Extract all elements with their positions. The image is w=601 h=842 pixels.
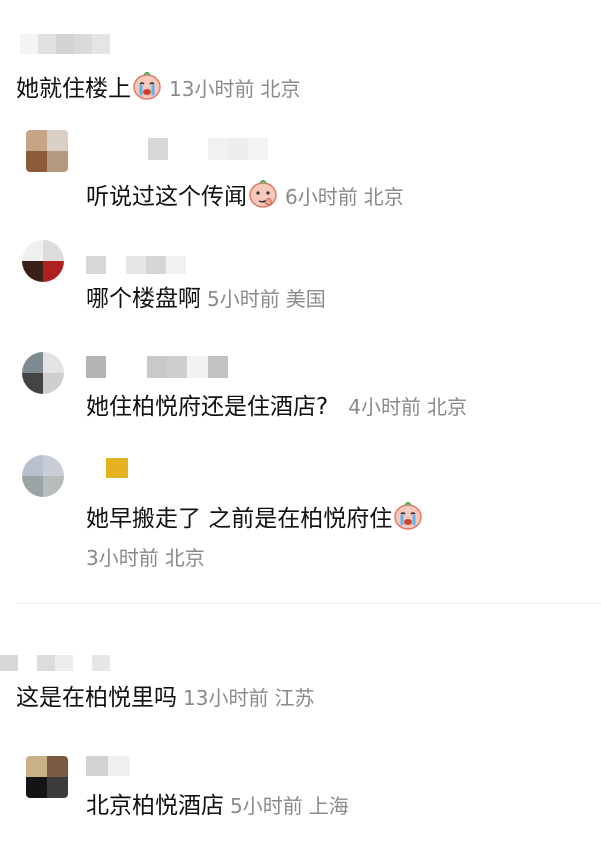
reply-2-location: 美国: [285, 287, 326, 311]
reply-2-avatar[interactable]: [22, 240, 64, 282]
reply-4-row: 她早搬走了 之前是在柏悦府住: [86, 499, 424, 531]
comment-divider: [16, 603, 601, 604]
reply-4-location: 北京: [164, 546, 205, 570]
reply-3-time: 4小时前: [348, 395, 421, 419]
reply-4-text: 她早搬走了 之前是在柏悦府住: [86, 506, 393, 532]
reply-2-username-blurred[interactable]: [86, 256, 186, 274]
reply-3-username-blurred[interactable]: [86, 356, 228, 378]
comment-1-time: 13小时前: [169, 77, 255, 101]
reply-4-avatar[interactable]: [22, 455, 64, 497]
reply-4-username-blurred[interactable]: [106, 458, 128, 478]
reply-5-username-blurred[interactable]: [86, 756, 130, 776]
reply-3-location: 北京: [426, 395, 467, 419]
reply-4-time: 3小时前: [86, 546, 159, 570]
reply-1-avatar[interactable]: [26, 130, 68, 172]
reply-1-username-blurred[interactable]: [148, 138, 268, 160]
reply-1-row: 听说过这个传闻 6小时前 北京: [86, 177, 404, 209]
reply-1-location: 北京: [363, 185, 404, 209]
comment-2-time: 13小时前: [183, 686, 269, 710]
reply-3-text: 她住柏悦府还是住酒店?: [86, 394, 329, 420]
reply-5-location: 上海: [308, 794, 349, 818]
thinking-face-emoji-icon: [247, 177, 279, 209]
reply-2-time: 5小时前: [207, 287, 280, 311]
reply-4-meta-row: 3小时前 北京: [86, 548, 205, 568]
reply-5-avatar[interactable]: [26, 756, 68, 798]
reply-1-text: 听说过这个传闻: [86, 184, 247, 210]
comment-2-location: 江苏: [274, 686, 315, 710]
reply-1-time: 6小时前: [285, 185, 358, 209]
reply-5-time: 5小时前: [230, 794, 303, 818]
crying-face-emoji-icon: [392, 499, 424, 531]
reply-5-row: 北京柏悦酒店 5小时前 上海: [86, 795, 349, 818]
comment-2-row: 这是在柏悦里吗 13小时前 江苏: [16, 687, 314, 710]
comment-1-username-blurred[interactable]: [20, 34, 110, 54]
comment-2-text: 这是在柏悦里吗: [16, 685, 177, 711]
reply-3-avatar[interactable]: [22, 352, 64, 394]
reply-5-text: 北京柏悦酒店: [86, 793, 224, 819]
comment-1-text: 她就住楼上: [16, 76, 131, 102]
reply-2-text: 哪个楼盘啊: [86, 286, 201, 312]
reply-2-row: 哪个楼盘啊 5小时前 美国: [86, 288, 326, 311]
comment-2-username-blurred[interactable]: [0, 655, 110, 671]
crying-face-emoji-icon: [131, 69, 163, 101]
comment-1-row: 她就住楼上 13小时前 北京: [16, 69, 300, 101]
reply-3-row: 她住柏悦府还是住酒店? 4小时前 北京: [86, 396, 467, 419]
comment-1-location: 北京: [260, 77, 301, 101]
